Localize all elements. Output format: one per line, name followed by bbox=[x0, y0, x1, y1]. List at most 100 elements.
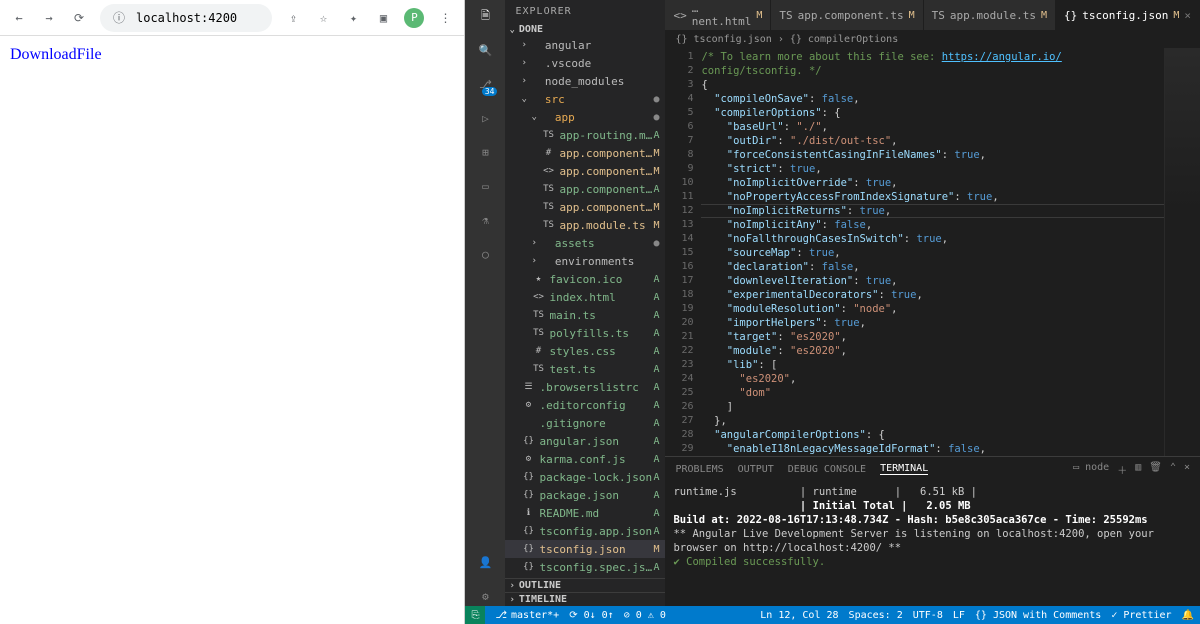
reload-button[interactable]: ⟳ bbox=[70, 9, 88, 27]
tree-row[interactable]: TStest.tsA bbox=[505, 360, 665, 378]
tree-row[interactable]: TSpolyfills.tsA bbox=[505, 324, 665, 342]
panel-actions: ▭ node ＋ ▥ 🗑 ⌃ × bbox=[1073, 462, 1190, 477]
minimap[interactable] bbox=[1164, 48, 1200, 456]
new-terminal-icon[interactable]: ＋ bbox=[1117, 462, 1127, 477]
close-tab-icon[interactable]: × bbox=[1184, 9, 1191, 22]
github-icon[interactable]: ◯ bbox=[475, 244, 495, 264]
timeline-header[interactable]: ›TIMELINE bbox=[505, 592, 665, 606]
tree-row[interactable]: <>app.component.htmlM bbox=[505, 162, 665, 180]
editor-tab[interactable]: TSapp.module.tsM bbox=[924, 0, 1056, 30]
panel-tab-output[interactable]: OUTPUT bbox=[738, 464, 774, 475]
menu-icon[interactable]: ⋮ bbox=[436, 9, 454, 27]
tree-row[interactable]: {}tsconfig.app.jsonA bbox=[505, 522, 665, 540]
close-panel-icon[interactable]: × bbox=[1184, 462, 1190, 477]
prettier-status[interactable]: ✓ Prettier bbox=[1111, 610, 1171, 621]
profile-avatar[interactable]: P bbox=[404, 8, 424, 28]
outline-header[interactable]: ›OUTLINE bbox=[505, 578, 665, 592]
accounts-icon[interactable]: 👤 bbox=[475, 552, 495, 572]
tree-row[interactable]: .gitignoreA bbox=[505, 414, 665, 432]
project-header[interactable]: ⌄DONE bbox=[505, 23, 665, 36]
tree-row[interactable]: {}angular.jsonA bbox=[505, 432, 665, 450]
editor-group: <>…nent.htmlMTSapp.component.tsMTSapp.mo… bbox=[665, 0, 1200, 606]
code-content[interactable]: /* To learn more about this file see: ht… bbox=[701, 48, 1164, 456]
line-gutter: 1234567891011121314151617181920212223242… bbox=[665, 48, 701, 456]
panel-icon[interactable]: ▣ bbox=[374, 9, 392, 27]
tree-row[interactable]: TSapp.component.tsM bbox=[505, 198, 665, 216]
vscode-window: 🗎 🔍 ⎇34 ▷ ⊞ ▭ ⚗ ◯ 👤 ⚙ EXPLORER ⌄DONE ›an… bbox=[465, 0, 1200, 624]
tree-row[interactable]: ›node_modules bbox=[505, 72, 665, 90]
tree-row[interactable]: {}tsconfig.spec.jsonA bbox=[505, 558, 665, 576]
extensions-icon[interactable]: ⊞ bbox=[475, 142, 495, 162]
tree-row[interactable]: ⌄src● bbox=[505, 90, 665, 108]
indent-status[interactable]: Spaces: 2 bbox=[849, 610, 903, 621]
back-button[interactable]: ← bbox=[10, 9, 28, 27]
tree-row[interactable]: {}tsconfig.jsonM bbox=[505, 540, 665, 558]
problems-status[interactable]: ⊘ 0 ⚠ 0 bbox=[624, 610, 666, 621]
tree-row[interactable]: ›.vscode bbox=[505, 54, 665, 72]
settings-icon[interactable]: ⚙ bbox=[475, 586, 495, 606]
editor-area[interactable]: 1234567891011121314151617181920212223242… bbox=[665, 48, 1200, 456]
notifications-icon[interactable]: 🔔 bbox=[1182, 610, 1194, 621]
tree-row[interactable]: {}package-lock.jsonA bbox=[505, 468, 665, 486]
git-sync[interactable]: ⟳ 0↓ 0↑ bbox=[569, 610, 614, 621]
tree-row[interactable]: ›environments bbox=[505, 252, 665, 270]
remote-indicator[interactable]: ⎘ bbox=[465, 606, 485, 624]
extensions-icon[interactable]: ✦ bbox=[344, 9, 362, 27]
panel-tab-debug-console[interactable]: DEBUG CONSOLE bbox=[788, 464, 866, 475]
tree-row[interactable]: ⚙.editorconfigA bbox=[505, 396, 665, 414]
tree-row[interactable]: ★favicon.icoA bbox=[505, 270, 665, 288]
tree-row[interactable]: {}package.jsonA bbox=[505, 486, 665, 504]
panel-tab-terminal[interactable]: TERMINAL bbox=[880, 463, 928, 475]
maximize-panel-icon[interactable]: ⌃ bbox=[1170, 462, 1176, 477]
tree-row[interactable]: ⚙karma.conf.jsA bbox=[505, 450, 665, 468]
split-terminal-icon[interactable]: ▥ bbox=[1135, 462, 1141, 477]
terminal-output[interactable]: runtime.js | runtime | 6.51 kB | | Initi… bbox=[665, 481, 1200, 606]
tree-row[interactable]: #styles.cssA bbox=[505, 342, 665, 360]
tree-row[interactable]: TSapp-routing.module.tsA bbox=[505, 126, 665, 144]
panel-tabs: PROBLEMS OUTPUT DEBUG CONSOLE TERMINAL ▭ no… bbox=[665, 457, 1200, 481]
browser-viewport: DownloadFile bbox=[0, 36, 464, 624]
tree-row[interactable]: ›angular bbox=[505, 36, 665, 54]
cursor-position[interactable]: Ln 12, Col 28 bbox=[760, 610, 838, 621]
remote-icon[interactable]: ▭ bbox=[475, 176, 495, 196]
breadcrumb[interactable]: {} tsconfig.json › {} compilerOptions bbox=[665, 30, 1200, 48]
encoding-status[interactable]: UTF-8 bbox=[913, 610, 943, 621]
explorer-icon[interactable]: 🗎 bbox=[475, 6, 495, 26]
forward-button[interactable]: → bbox=[40, 9, 58, 27]
lang-status[interactable]: {} JSON with Comments bbox=[975, 610, 1101, 621]
tree-row[interactable]: ›assets● bbox=[505, 234, 665, 252]
file-tree: ›angular›.vscode›node_modules⌄src●⌄app●T… bbox=[505, 36, 665, 578]
editor-tab[interactable]: <>…nent.htmlM bbox=[665, 0, 771, 30]
source-control-icon[interactable]: ⎇34 bbox=[475, 74, 495, 94]
editor-tab[interactable]: TSapp.component.tsM bbox=[771, 0, 923, 30]
tree-row[interactable]: ⌄app● bbox=[505, 108, 665, 126]
git-branch[interactable]: ⎇ master*+ bbox=[495, 610, 559, 621]
eol-status[interactable]: LF bbox=[953, 610, 965, 621]
panel-tab-problems[interactable]: PROBLEMS bbox=[675, 464, 723, 475]
editor-tab[interactable]: {}tsconfig.jsonM× bbox=[1056, 0, 1200, 30]
download-file-link[interactable]: DownloadFile bbox=[10, 46, 102, 63]
tree-row[interactable]: #app.component.cssM bbox=[505, 144, 665, 162]
kill-terminal-icon[interactable]: 🗑 bbox=[1149, 462, 1162, 477]
search-icon[interactable]: 🔍 bbox=[475, 40, 495, 60]
browser-window: ← → ⟳ ⓘ localhost:4200 ⇪ ☆ ✦ ▣ P ⋮ Downl… bbox=[0, 0, 465, 624]
bookmark-icon[interactable]: ☆ bbox=[314, 9, 332, 27]
tree-row[interactable]: TSapp.module.tsM bbox=[505, 216, 665, 234]
tree-row[interactable]: ☰.browserslistrcA bbox=[505, 378, 665, 396]
info-icon: ⓘ bbox=[110, 9, 128, 27]
url-text: localhost:4200 bbox=[136, 11, 237, 25]
share-icon[interactable]: ⇪ bbox=[284, 9, 302, 27]
terminal-select[interactable]: ▭ node bbox=[1073, 462, 1109, 477]
status-bar: ⎘ ⎇ master*+ ⟳ 0↓ 0↑ ⊘ 0 ⚠ 0 Ln 12, Col … bbox=[465, 606, 1200, 624]
bottom-panel: PROBLEMS OUTPUT DEBUG CONSOLE TERMINAL ▭ no… bbox=[665, 456, 1200, 606]
activity-bar: 🗎 🔍 ⎇34 ▷ ⊞ ▭ ⚗ ◯ 👤 ⚙ bbox=[465, 0, 505, 606]
testing-icon[interactable]: ⚗ bbox=[475, 210, 495, 230]
tree-row[interactable]: TSapp.component.spec.tsA bbox=[505, 180, 665, 198]
browser-toolbar: ← → ⟳ ⓘ localhost:4200 ⇪ ☆ ✦ ▣ P ⋮ bbox=[0, 0, 464, 36]
run-debug-icon[interactable]: ▷ bbox=[475, 108, 495, 128]
tree-row[interactable]: <>index.htmlA bbox=[505, 288, 665, 306]
tree-row[interactable]: ℹREADME.mdA bbox=[505, 504, 665, 522]
address-bar[interactable]: ⓘ localhost:4200 bbox=[100, 4, 272, 32]
tree-row[interactable]: TSmain.tsA bbox=[505, 306, 665, 324]
sidebar-explorer: EXPLORER ⌄DONE ›angular›.vscode›node_mod… bbox=[505, 0, 665, 606]
